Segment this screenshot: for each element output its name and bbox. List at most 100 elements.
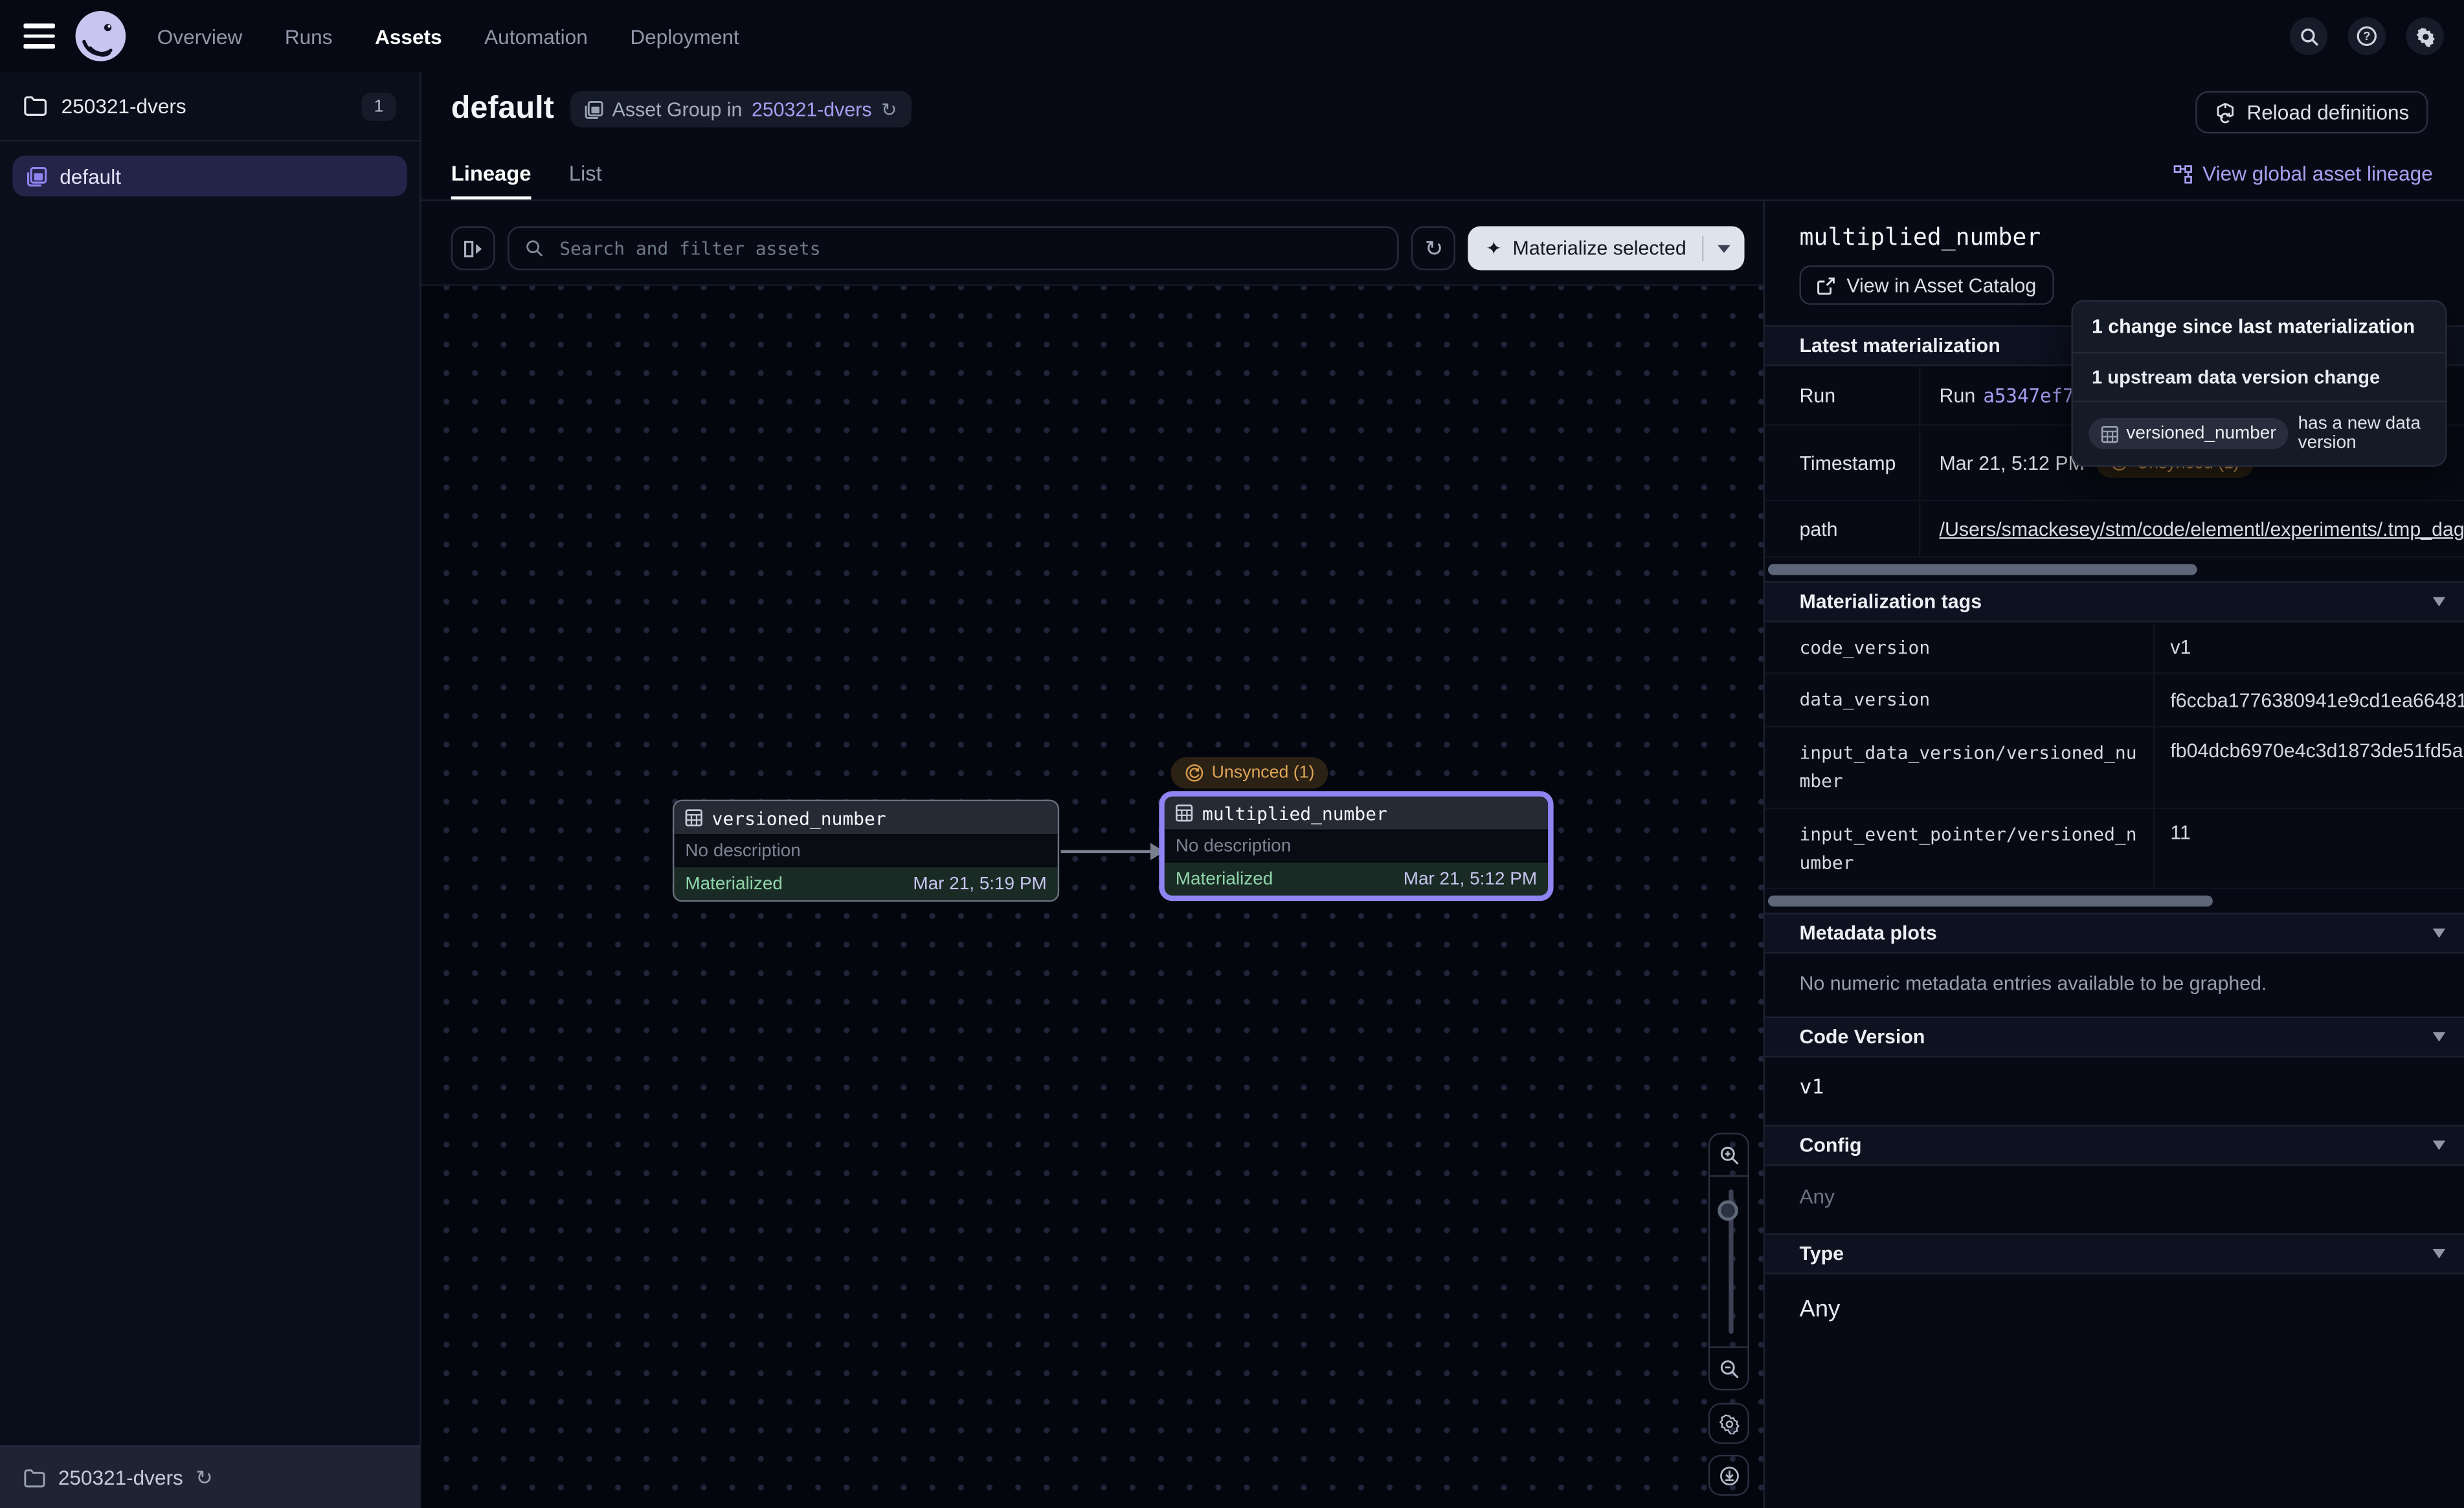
sync-icon [1185,764,1204,782]
section-label: Materialization tags [1799,591,1982,613]
refresh-icon[interactable]: ↻ [881,98,897,120]
nav-item-automation[interactable]: Automation [484,25,588,48]
reload-definitions-icon [2213,102,2235,124]
download-image-icon[interactable] [1708,1455,1749,1496]
view-global-asset-lineage-label: View global asset lineage [2202,162,2433,185]
reload-definitions-label: Reload definitions [2246,100,2409,124]
asset-node-versioned-number[interactable]: versioned_number No description Material… [673,800,1059,902]
asset-group-chip[interactable]: Asset Group in 250321-dvers ↻ [570,91,911,128]
search-icon[interactable] [2290,17,2327,55]
asset-key-chip[interactable]: versioned_number [2089,418,2289,450]
tag-key: input_event_pointer/versioned_number [1765,808,2155,890]
section-metadata-plots[interactable]: Metadata plots [1765,913,2464,954]
zoom-in-icon[interactable] [1710,1135,1747,1175]
tag-value: 11 [2155,808,2464,890]
help-icon[interactable]: ? [2348,17,2386,55]
lineage-canvas[interactable]: versioned_number No description Material… [421,286,1764,1508]
section-code-version[interactable]: Code Version [1765,1017,2464,1058]
chevron-down-icon[interactable] [2433,929,2445,938]
expand-panel-icon[interactable] [451,227,495,271]
lineage-edge-arrow [1059,839,1166,864]
section-type[interactable]: Type [1765,1234,2464,1274]
tab-list[interactable]: List [569,162,602,199]
table-icon [1176,804,1193,822]
tag-key: data_version [1765,674,2155,727]
folder-icon [23,96,47,116]
section-label: Code Version [1799,1026,1925,1048]
panel-asset-title: multiplied_number [1799,223,2429,252]
top-nav: Overview Runs Assets Automation Deployme… [0,0,2464,72]
sidebar-project-row[interactable]: 250321-dvers 1 [0,72,420,142]
tag-value: fb04dcb6970e4c3d1873de51fd5a5 [2155,727,2464,808]
materialize-selected-button[interactable]: ✦ Materialize selected [1468,227,1744,271]
materialize-selected-label: Materialize selected [1513,238,1686,260]
hamburger-menu-icon[interactable] [23,24,55,49]
materialization-tags-table: code_version v1 data_version f6ccba17763… [1765,622,2464,890]
zoom-slider[interactable] [1710,1175,1747,1348]
popup-title: 1 change since last materialization [2073,302,2445,352]
section-materialization-tags[interactable]: Materialization tags [1765,581,2464,622]
run-id-link[interactable]: a5347ef7 [1983,384,2074,406]
asset-node-status: Materialized [685,874,783,893]
tag-value: v1 [2155,622,2464,674]
page-title: default [451,91,554,128]
row-label-run: Run [1765,366,1920,426]
chip-project-link[interactable]: 250321-dvers [752,98,872,120]
row-label-timestamp: Timestamp [1765,426,1920,502]
asset-search-box[interactable] [508,227,1400,271]
asset-node-multiplied-number[interactable]: multiplied_number No description Materia… [1163,795,1549,897]
unsynced-badge-label: Unsynced (1) [1212,764,1315,782]
sidebar-project-count-badge: 1 [361,92,396,120]
external-link-icon [1817,276,1835,294]
nav-item-overview[interactable]: Overview [157,25,243,48]
chevron-down-icon[interactable] [2433,1250,2445,1259]
sparkle-icon: ✦ [1486,239,1501,258]
tag-key: input_data_version/versioned_number [1765,727,2155,808]
asset-node-timestamp: Mar 21, 5:19 PM [913,874,1046,893]
materialize-dropdown-caret[interactable] [1703,244,1744,252]
sidebar: 250321-dvers 1 default 250321-dvers ↻ [0,72,421,1508]
zoom-out-icon[interactable] [1710,1348,1747,1389]
reload-definitions-button[interactable]: Reload definitions [2195,91,2428,134]
horizontal-scrollbar[interactable] [1768,564,2197,575]
section-label: Type [1799,1243,1844,1265]
dagster-logo[interactable] [76,11,126,61]
config-value: Any [1765,1166,2464,1234]
refresh-graph-icon[interactable]: ↻ [1412,227,1456,271]
row-value-path: /Users/smackesey/stm/code/elementl/exper… [1920,501,2464,557]
asset-node-timestamp: Mar 21, 5:12 PM [1404,870,1537,889]
nav-links: Overview Runs Assets Automation Deployme… [157,25,739,48]
horizontal-scrollbar[interactable] [1768,896,2213,907]
view-in-asset-catalog-label: View in Asset Catalog [1846,274,2036,296]
sidebar-item-default-group[interactable]: default [12,155,407,196]
graph-settings-gear-icon[interactable] [1708,1403,1749,1444]
chevron-down-icon[interactable] [2433,1141,2445,1151]
row-label-path: path [1765,501,1920,557]
unsynced-badge[interactable]: Unsynced (1) [1170,757,1328,789]
table-icon [685,809,702,826]
asset-search-input[interactable] [556,236,1382,261]
nav-item-deployment[interactable]: Deployment [630,25,739,48]
chevron-down-icon[interactable] [2433,1033,2445,1043]
sidebar-footer[interactable]: 250321-dvers ↻ [0,1445,420,1508]
refresh-icon[interactable]: ↻ [196,1465,212,1491]
asset-key-chip-label: versioned_number [2126,424,2276,443]
view-in-asset-catalog-button[interactable]: View in Asset Catalog [1799,265,2053,305]
asset-node-status: Materialized [1176,870,1273,889]
type-value: Any [1765,1275,2464,1349]
metadata-plots-empty-text: No numeric metadata entries available to… [1765,954,2464,1017]
view-global-asset-lineage-link[interactable]: View global asset lineage [2173,162,2433,185]
chevron-down-icon[interactable] [2433,597,2445,606]
tab-lineage[interactable]: Lineage [451,162,532,199]
sidebar-project-name: 250321-dvers [62,94,348,118]
path-link[interactable]: /Users/smackesey/stm/code/elementl/exper… [1940,518,2464,540]
lineage-graph-icon [2173,164,2191,183]
zoom-slider-knob[interactable] [1717,1201,1738,1221]
sidebar-item-label: default [60,164,121,188]
nav-item-assets[interactable]: Assets [375,25,442,48]
section-config[interactable]: Config [1765,1125,2464,1166]
settings-gear-icon[interactable] [2406,17,2444,55]
view-tabs: Lineage List [451,162,602,199]
tag-value: f6ccba1776380941e9cd1ea66481d [2155,674,2464,727]
nav-item-runs[interactable]: Runs [285,25,333,48]
